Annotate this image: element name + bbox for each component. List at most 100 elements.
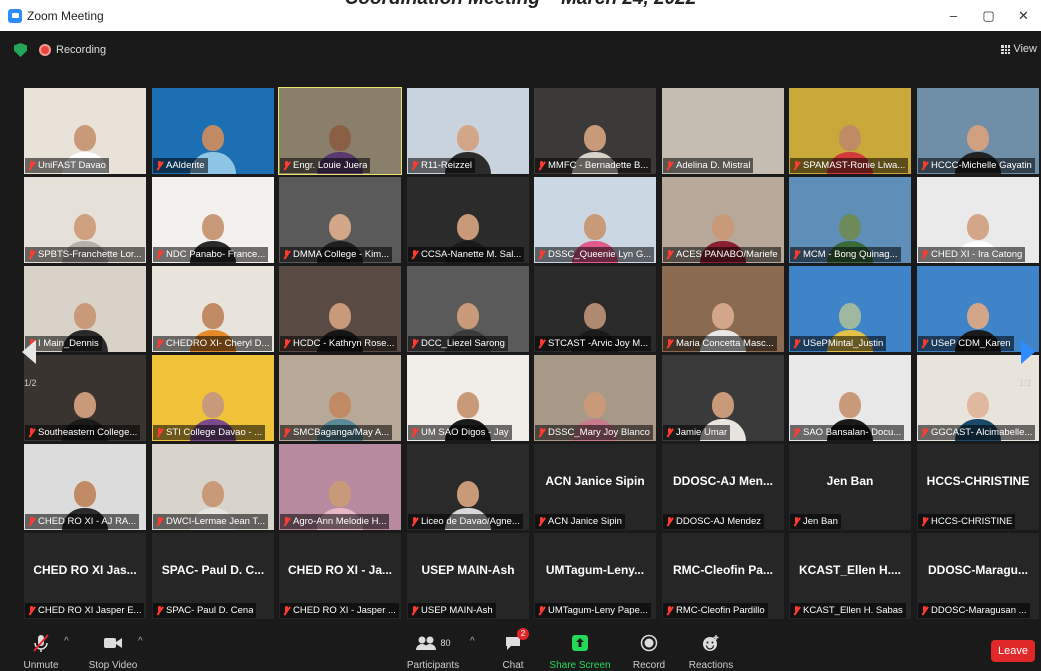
participant-tile[interactable]: Engr. Louie Juera: [278, 87, 402, 175]
participant-tile[interactable]: CHED RO XI - AJ RA...: [24, 444, 146, 530]
participant-name: MMFC - Bernadette B...: [548, 160, 649, 171]
participant-tile[interactable]: CCSA-Nanette M. Sal...: [407, 177, 529, 263]
share-screen-icon: [571, 632, 589, 654]
participant-name-label: HCDC - Kathryn Rose...: [280, 336, 398, 351]
participant-name: CCSA-Nanette M. Sal...: [421, 249, 522, 260]
muted-mic-icon: [283, 605, 290, 616]
participant-tile[interactable]: CHEDRO XI- Cheryl D...: [152, 266, 274, 352]
participant-tile[interactable]: KCAST_Ellen H.... KCAST_Ellen H. Sabas: [789, 533, 911, 619]
muted-mic-icon: [666, 427, 673, 438]
participants-chevron-up-icon[interactable]: ^: [470, 636, 475, 647]
participant-tile[interactable]: DDOSC-Maragu... DDOSC-Maragusan ...: [917, 533, 1039, 619]
record-button[interactable]: Record: [614, 632, 684, 671]
participant-name: SAO Bansalan- Docu...: [803, 427, 902, 438]
participant-name: MCM - Bong Quinag...: [803, 249, 898, 260]
participant-name-label: DCC_Liezel Sarong: [408, 336, 508, 351]
muted-mic-icon: [411, 427, 418, 438]
participant-tile[interactable]: Maria Concetta Masc...: [662, 266, 784, 352]
chat-label: Chat: [502, 660, 524, 671]
close-button[interactable]: ✕: [1006, 0, 1041, 31]
participant-name: USEP MAIN-Ash: [421, 605, 493, 616]
participant-tile[interactable]: DMMA College - Kim...: [279, 177, 401, 263]
participant-tile[interactable]: I Main_Dennis: [24, 266, 146, 352]
participant-tile[interactable]: DSSC_Queenie Lyn G...: [534, 177, 656, 263]
view-button[interactable]: View: [1001, 43, 1037, 55]
participant-tile[interactable]: MCM - Bong Quinag...: [789, 177, 911, 263]
participant-tile[interactable]: SPAMAST-Ronie Liwa...: [789, 88, 911, 174]
video-options-chevron-up-icon[interactable]: ^: [138, 636, 143, 647]
page-indicator-left: 1/2: [24, 378, 37, 388]
participant-tile[interactable]: ACN Janice Sipin ACN Janice Sipin: [534, 444, 656, 530]
participant-name: KCAST_Ellen H. Sabas: [803, 605, 903, 616]
participant-tile[interactable]: UMTagum-Leny... UMTagum-Leny Pape...: [534, 533, 656, 619]
participant-tile[interactable]: Jamie Umar: [662, 355, 784, 441]
shield-icon[interactable]: [14, 43, 27, 57]
muted-mic-icon: [28, 160, 35, 171]
chat-button[interactable]: 2 Chat: [478, 628, 548, 671]
participant-tile[interactable]: Liceo de Davao/Agne...: [407, 444, 529, 530]
muted-mic-icon: [538, 427, 545, 438]
participant-name: Jamie Umar: [676, 427, 728, 438]
participant-tile[interactable]: UniFAST Davao: [24, 88, 146, 174]
share-screen-button[interactable]: Share Screen: [545, 632, 615, 671]
participant-name: CHED XI - Ira Catong: [931, 249, 1023, 260]
participant-tile[interactable]: ACES PANABO/Mariefe: [662, 177, 784, 263]
participant-name: USePMintal_Justin: [803, 338, 884, 349]
muted-mic-icon: [28, 249, 35, 260]
muted-mic-icon: [793, 338, 800, 349]
participant-tile[interactable]: CHED RO XI Jas... CHED RO XI Jasper E...: [24, 533, 146, 619]
restore-button[interactable]: ▢: [971, 0, 1006, 31]
participant-name-label: USEP MAIN-Ash: [408, 603, 496, 618]
participant-tile[interactable]: Southeastern College...: [24, 355, 146, 441]
participant-tile[interactable]: USEP MAIN-Ash USEP MAIN-Ash: [407, 533, 529, 619]
participant-name: ACES PANABO/Mariefe: [676, 249, 778, 260]
participant-tile[interactable]: SMCBaganga/May A...: [279, 355, 401, 441]
minimize-button[interactable]: –: [936, 0, 971, 31]
participant-tile[interactable]: Agro-Ann Melodie H...: [279, 444, 401, 530]
participant-tile[interactable]: HCCC-Michelle Gayatin: [917, 88, 1039, 174]
participant-tile[interactable]: R11-Reizzel: [407, 88, 529, 174]
muted-mic-icon: [921, 605, 928, 616]
participant-name: UniFAST Davao: [38, 160, 106, 171]
next-page-arrow-icon[interactable]: [1021, 340, 1035, 364]
participant-tile[interactable]: STI College Davao - ...: [152, 355, 274, 441]
participant-tile[interactable]: MMFC - Bernadette B...: [534, 88, 656, 174]
previous-page-arrow-icon[interactable]: [22, 340, 36, 364]
participant-tile[interactable]: Adelina D. Mistral: [662, 88, 784, 174]
participant-name-label: AAlderite: [153, 158, 208, 173]
participant-tile[interactable]: UM SAO Digos - Jay: [407, 355, 529, 441]
zoom-app-icon: [8, 8, 22, 23]
participants-button[interactable]: 80 Participants: [398, 632, 468, 671]
participant-tile[interactable]: SPBTS-Franchette Lor...: [24, 177, 146, 263]
participant-tile[interactable]: CHED XI - Ira Catong: [917, 177, 1039, 263]
participant-name-label: SMCBaganga/May A...: [280, 425, 393, 440]
participant-name-label: I Main_Dennis: [25, 336, 102, 351]
reactions-button[interactable]: Reactions: [676, 632, 746, 671]
participant-name: SPBTS-Franchette Lor...: [38, 249, 142, 260]
participant-tile[interactable]: SAO Bansalan- Docu...: [789, 355, 911, 441]
participant-tile[interactable]: CHED RO XI - Ja... CHED RO XI - Jasper ..…: [279, 533, 401, 619]
participant-tile[interactable]: DDOSC-AJ Men... DDOSC-AJ Mendez: [662, 444, 784, 530]
participant-tile[interactable]: DCC_Liezel Sarong: [407, 266, 529, 352]
participant-name: DWCI-Lermae Jean T...: [166, 516, 266, 527]
audio-options-chevron-up-icon[interactable]: ^: [64, 636, 69, 647]
leave-button[interactable]: Leave: [991, 640, 1035, 662]
participant-tile[interactable]: HCDC - Kathryn Rose...: [279, 266, 401, 352]
participant-tile[interactable]: DSSC_Mary Joy Blanco: [534, 355, 656, 441]
participant-tile[interactable]: RMC-Cleofin Pa... RMC-Cleofin Pardillo: [662, 533, 784, 619]
participant-tile[interactable]: SPAC- Paul D. C... SPAC- Paul D. Cena: [152, 533, 274, 619]
participant-tile[interactable]: STCAST -Arvic Joy M...: [534, 266, 656, 352]
participant-tile[interactable]: GGCAST- Alcimabelle...: [917, 355, 1039, 441]
muted-mic-icon: [793, 516, 800, 527]
participant-tile[interactable]: NDC Panabo- France...: [152, 177, 274, 263]
participant-tile[interactable]: USePMintal_Justin: [789, 266, 911, 352]
participant-name-label: SPBTS-Franchette Lor...: [25, 247, 145, 262]
muted-mic-icon: [156, 338, 163, 349]
participant-tile[interactable]: DWCI-Lermae Jean T...: [152, 444, 274, 530]
participant-tile[interactable]: Jen Ban Jen Ban: [789, 444, 911, 530]
participant-tile[interactable]: HCCS-CHRISTINE HCCS-CHRISTINE: [917, 444, 1039, 530]
recording-label[interactable]: Recording: [56, 44, 106, 56]
participant-tile[interactable]: AAlderite: [152, 88, 274, 174]
participant-name-label: SPAMAST-Ronie Liwa...: [790, 158, 909, 173]
muted-mic-icon: [156, 605, 163, 616]
